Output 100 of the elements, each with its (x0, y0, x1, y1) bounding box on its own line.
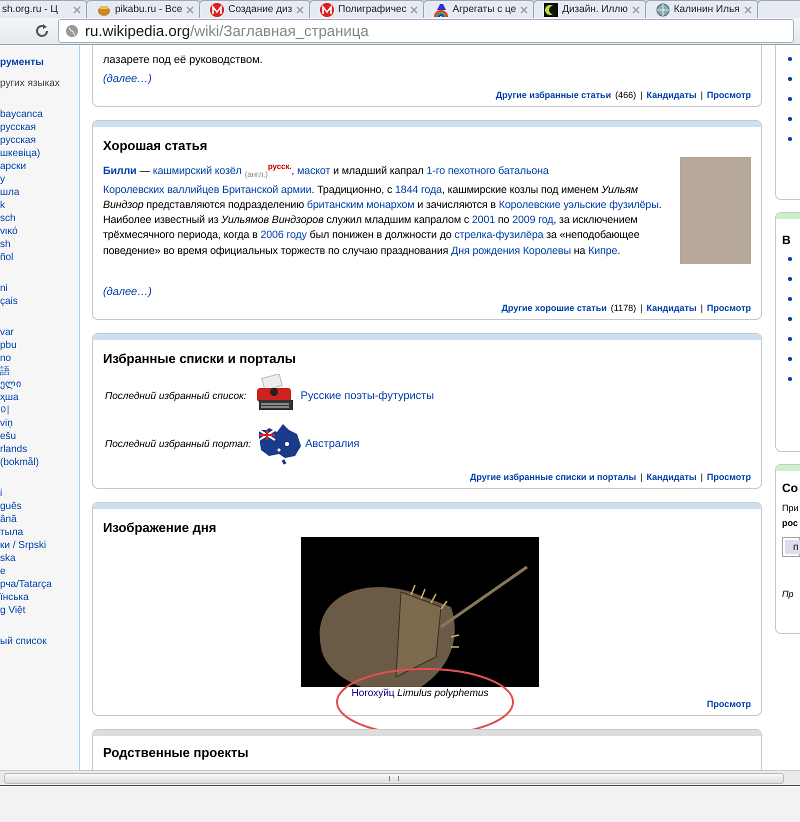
browser-tab[interactable]: pikabu.ru - Все (86, 0, 202, 18)
language-link[interactable]: baycanca (0, 108, 43, 121)
input-field[interactable]: п (782, 537, 800, 557)
language-link[interactable]: ñol (0, 251, 14, 264)
caption-link[interactable]: Ногохуйц (352, 688, 395, 700)
language-link[interactable]: тыла (0, 526, 24, 539)
article-link[interactable]: Русские поэты-футуристы (300, 390, 434, 402)
language-link[interactable]: rlands (0, 443, 28, 456)
footer-link[interactable]: Просмотр (706, 303, 751, 314)
submit-button[interactable]: п (785, 540, 800, 554)
language-link[interactable]: çais (0, 295, 18, 308)
language-link[interactable]: viņ (0, 417, 13, 430)
address-field[interactable]: ru.wikipedia.org/wiki/Заглавная_страница (58, 19, 794, 43)
language-link[interactable]: ešu (0, 430, 16, 443)
footer-link[interactable]: Просмотр (706, 90, 751, 100)
article-link[interactable]: Королевских валлийцев (103, 184, 220, 196)
article-link[interactable]: маскот (297, 165, 330, 178)
section-heading: В (782, 233, 792, 247)
article-link[interactable]: 1-го пехотного батальона (426, 165, 549, 178)
language-link[interactable]: ni (0, 282, 8, 295)
language-link[interactable]: русская (0, 134, 36, 147)
article-text: лазарете под её руководством. (103, 53, 264, 68)
article-link[interactable]: Королевские уэльские фузилёры (498, 198, 659, 211)
close-icon (744, 6, 752, 14)
article-link[interactable]: Британской армии (222, 184, 312, 196)
footer-link[interactable]: Кандидаты (646, 90, 697, 100)
language-link[interactable]: g Việt (0, 604, 26, 617)
language-link[interactable]: guês (0, 500, 22, 513)
footer-link[interactable]: Просмотр (706, 472, 751, 482)
language-link[interactable]: ки / Srpski (0, 539, 46, 552)
language-link[interactable]: var (0, 326, 14, 339)
language-link[interactable]: ҳша (0, 391, 19, 404)
missing-article-link[interactable]: русск. (268, 162, 292, 172)
card-header-bar (776, 213, 800, 219)
article-link[interactable]: Билли (103, 165, 137, 178)
browser-tab[interactable]: Агрегаты с це (423, 0, 536, 18)
article-link[interactable]: британским монархом (306, 198, 414, 211)
article-link[interactable]: Кипре (588, 244, 618, 257)
browser-tab[interactable]: Дизайн. Иллю (533, 0, 647, 18)
browser-tab[interactable]: Калинин Илья (644, 0, 759, 18)
separator: | (700, 472, 703, 482)
list-bullet (788, 57, 792, 61)
language-link[interactable]: ână (0, 513, 17, 526)
more-link[interactable]: (далее…) (103, 73, 152, 86)
list-bullet (788, 137, 792, 141)
globe-icon (656, 2, 670, 16)
sidebar-link[interactable]: ый список (0, 635, 79, 648)
language-link[interactable]: k (0, 199, 5, 212)
horizontal-scrollbar[interactable] (0, 770, 800, 785)
separator: | (640, 303, 642, 314)
browser-tab[interactable]: sh.org.ru - Ц (0, 0, 88, 18)
language-link[interactable]: шкевіца) (0, 147, 40, 160)
globe-icon (65, 24, 79, 38)
browser-tab[interactable]: Полиграфичес (309, 0, 426, 18)
language-link[interactable]: шла (0, 186, 20, 199)
footer-link[interactable]: Просмотр (706, 699, 751, 710)
article-link[interactable]: Дня рождения Королевы (451, 244, 571, 257)
language-link[interactable]: no (0, 352, 12, 365)
section-heading: Родственные проекты (103, 745, 250, 760)
article-link[interactable]: 2009 год (512, 214, 554, 226)
close-icon (520, 6, 528, 14)
browser-tab[interactable]: Создание диз (199, 0, 312, 18)
footer-link[interactable]: Кандидаты (646, 472, 697, 482)
more-link[interactable]: (далее…) (103, 286, 152, 298)
language-link[interactable]: 이 (0, 404, 10, 417)
sidebar-heading[interactable]: рументы (0, 56, 79, 69)
scrollbar-thumb[interactable] (4, 772, 784, 784)
article-link[interactable]: 2006 году (260, 229, 307, 242)
close-icon (186, 6, 194, 14)
language-link[interactable]: рча/Tatarça (0, 578, 52, 591)
separator: | (640, 90, 642, 100)
close-icon (73, 6, 81, 14)
article-link[interactable]: 2001 (472, 214, 496, 226)
list-bullet (788, 337, 792, 341)
section-heading: Со (782, 481, 799, 495)
tab-title: pikabu.ru - Все (115, 4, 182, 15)
article-link[interactable]: 1844 года (395, 184, 442, 196)
footer-link[interactable]: Другие избранные списки и порталы (470, 472, 636, 482)
language-link[interactable]: арски (0, 160, 26, 173)
language-link[interactable]: y (0, 173, 5, 186)
language-link[interactable]: vικό (0, 225, 18, 238)
language-link[interactable]: sh (0, 238, 11, 251)
article-link[interactable]: Австралия (305, 438, 360, 450)
language-link[interactable]: ska (0, 552, 16, 565)
language-link[interactable]: 語 (0, 365, 10, 378)
language-link[interactable]: ელი (0, 378, 21, 391)
row-label: Последний избранный список: (105, 390, 247, 402)
footer-link[interactable]: Другие избранные статьи (496, 90, 612, 100)
language-link[interactable]: русская (0, 121, 36, 134)
language-link[interactable]: їнська (0, 591, 29, 604)
article-link[interactable]: кашмирский козёл (152, 165, 242, 178)
language-link[interactable]: i (0, 487, 2, 500)
language-link[interactable]: e (0, 565, 6, 578)
language-link[interactable]: pbu (0, 339, 17, 352)
article-link[interactable]: стрелка-фузилёра (454, 229, 544, 242)
body-text: Пр (782, 588, 795, 601)
language-link[interactable]: (bokmål) (0, 456, 39, 469)
footer-link[interactable]: Другие хорошие статьи (501, 303, 607, 314)
footer-link[interactable]: Кандидаты (646, 303, 697, 314)
language-link[interactable]: sch (0, 212, 16, 225)
